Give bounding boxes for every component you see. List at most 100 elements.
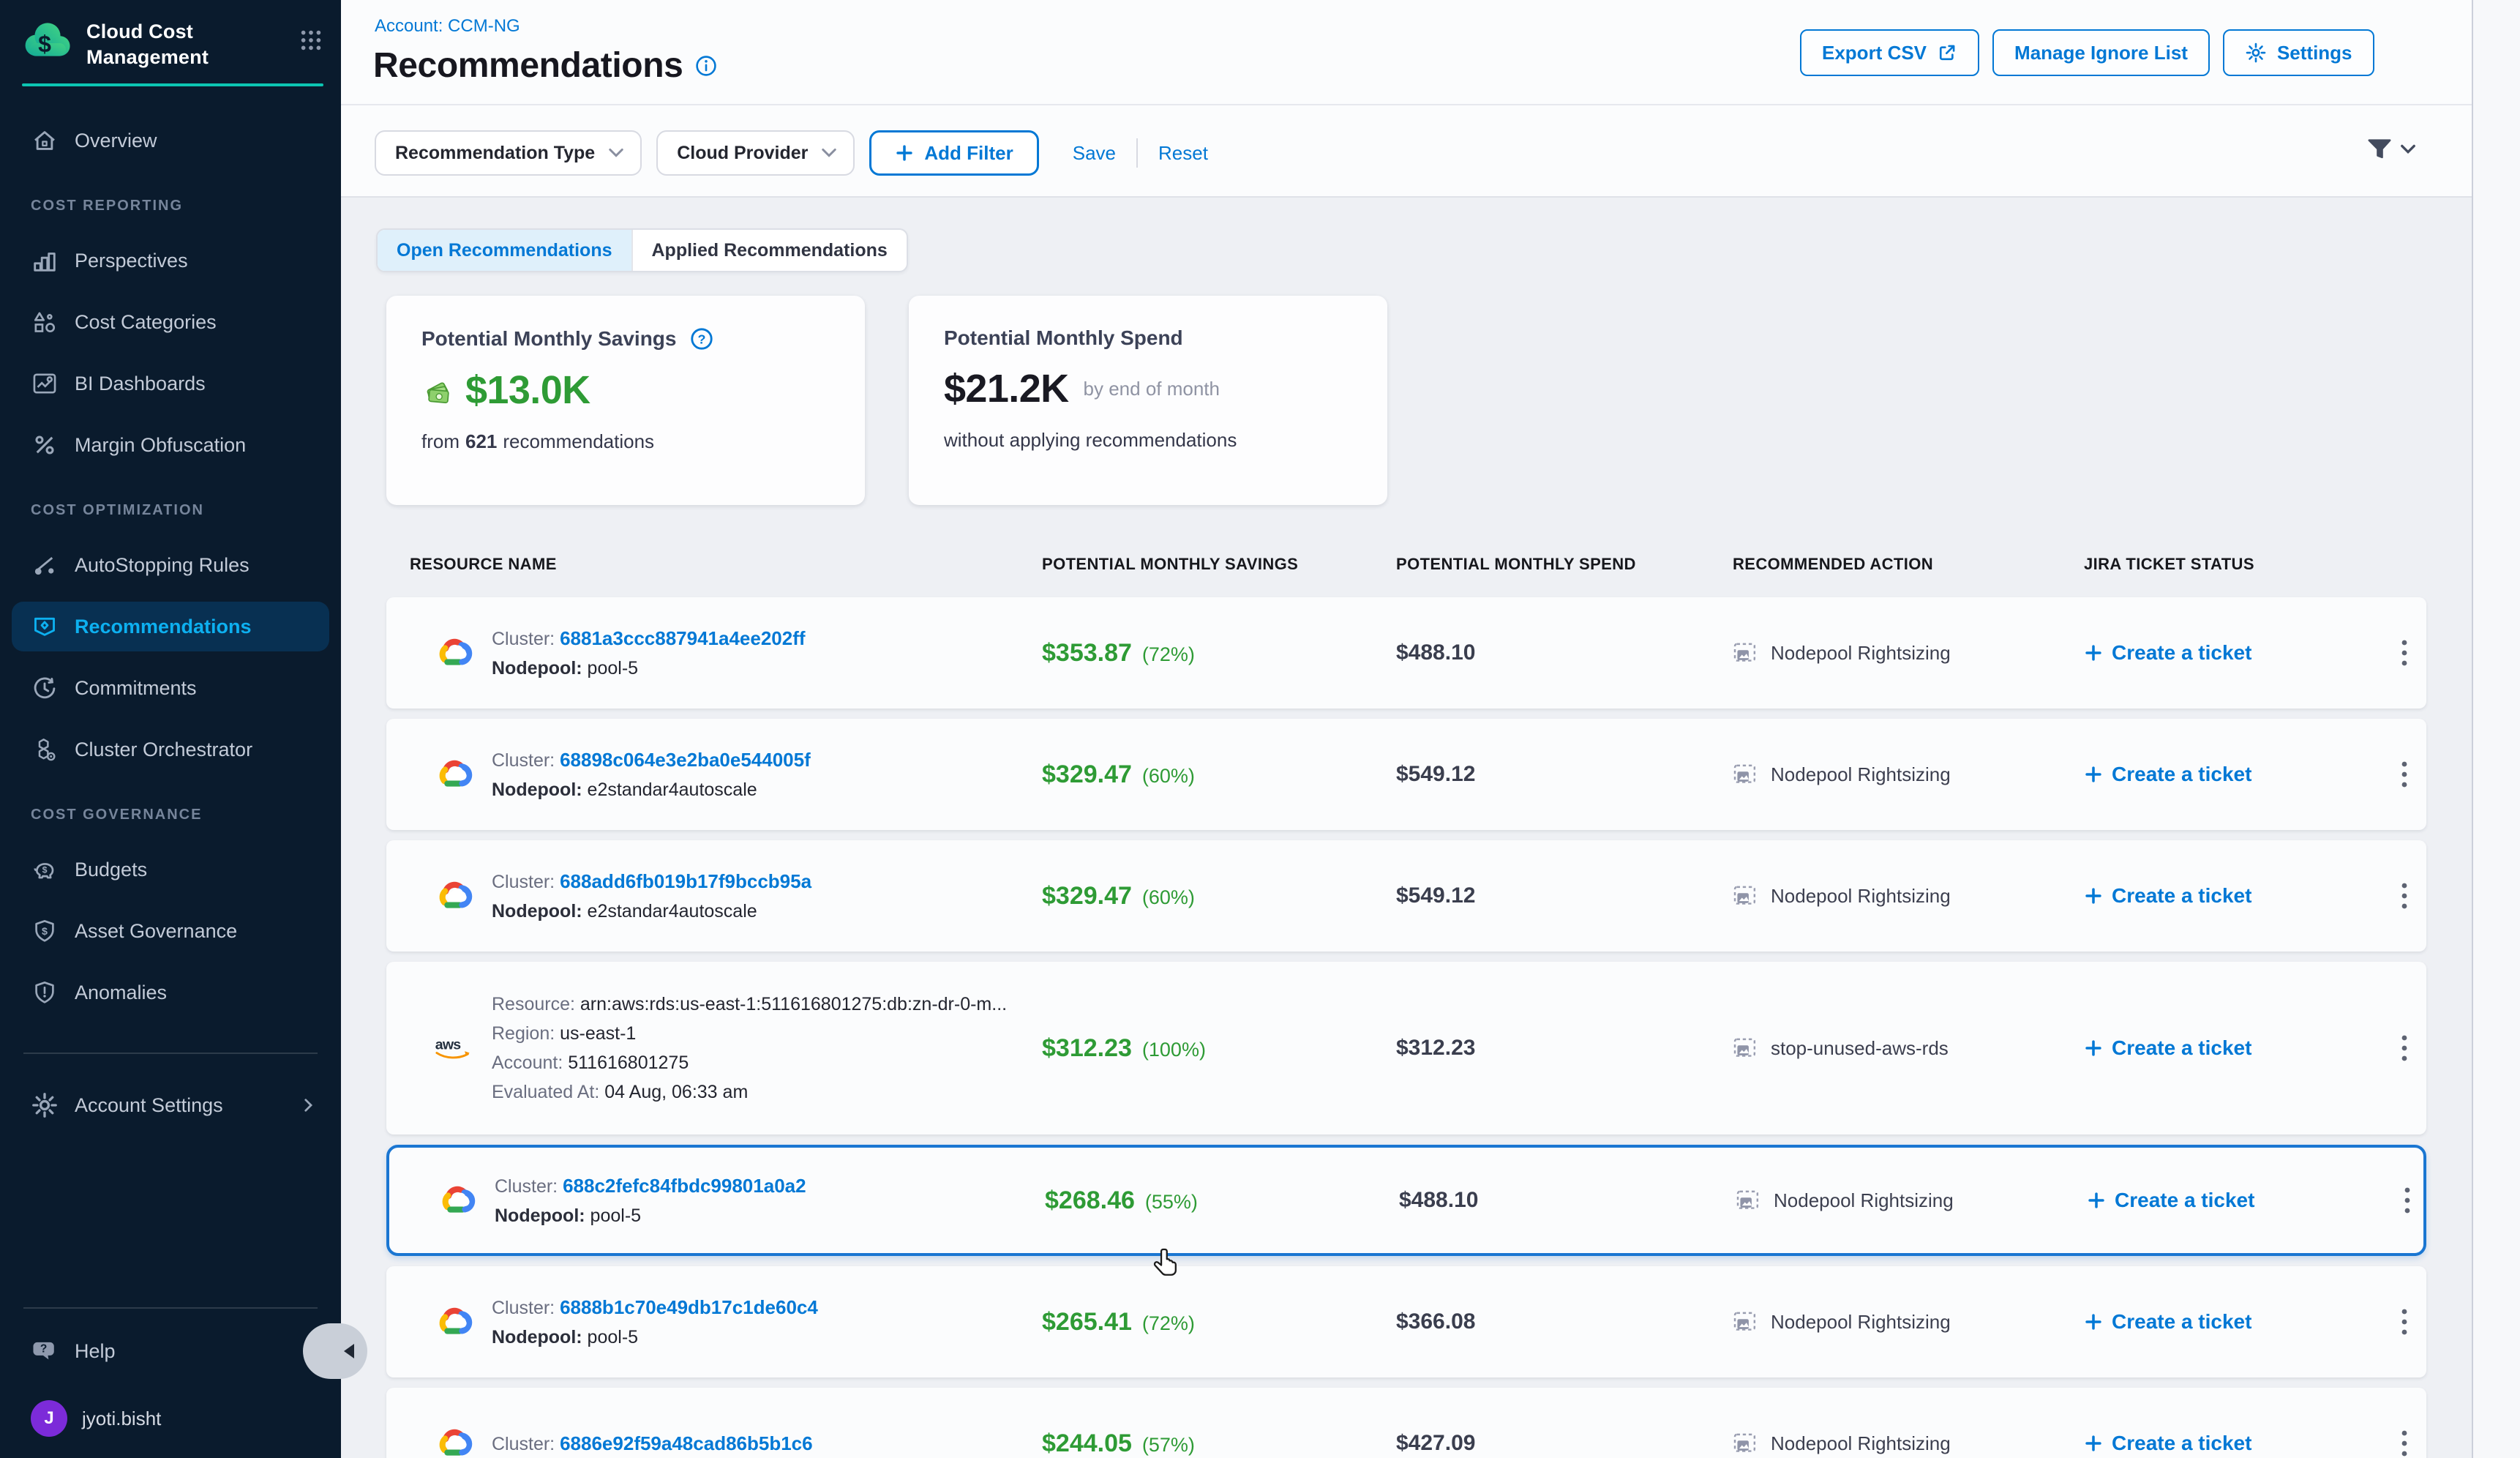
- plus-icon: [2084, 765, 2103, 784]
- resource-cell: awsResource: arn:aws:rds:us-east-1:51161…: [386, 990, 1042, 1107]
- table-row[interactable]: Cluster: 688add6fb019b17f9bccb95a Nodepoo…: [386, 840, 2426, 952]
- sidebar-item-help[interactable]: ? Help: [12, 1326, 329, 1376]
- kebab-menu-icon[interactable]: [2399, 1181, 2416, 1219]
- potential-monthly-savings-value: $244.05(57%): [1042, 1429, 1396, 1458]
- resource-link[interactable]: 688c2fefc84fbdc99801a0a2: [563, 1175, 806, 1197]
- sidebar-item-cost-categories[interactable]: Cost Categories: [12, 297, 329, 347]
- add-filter-button[interactable]: Add Filter: [869, 130, 1038, 176]
- table-row[interactable]: Cluster: 6886e92f59a48cad86b5b1c6$244.05…: [386, 1388, 2426, 1458]
- chevron-down-icon: [821, 147, 837, 159]
- sidebar-item-bi-dashboards[interactable]: BI Dashboards: [12, 359, 329, 408]
- module-grid-icon[interactable]: [299, 28, 323, 53]
- kebab-menu-icon[interactable]: [2396, 1029, 2413, 1067]
- question-icon[interactable]: ?: [689, 326, 714, 351]
- resource-cell: Cluster: 688add6fb019b17f9bccb95a Nodepoo…: [386, 867, 1042, 926]
- resource-cell: Cluster: 6888b1c70e49db17c1de60c4Nodepoo…: [386, 1293, 1042, 1352]
- save-filter-button[interactable]: Save: [1073, 142, 1116, 165]
- resource-link[interactable]: 6888b1c70e49db17c1de60c4: [560, 1296, 818, 1318]
- user-menu[interactable]: J jyoti.bisht: [12, 1397, 329, 1440]
- table-row[interactable]: Cluster: 6888b1c70e49db17c1de60c4Nodepoo…: [386, 1266, 2426, 1377]
- sidebar-item-commitments[interactable]: Commitments: [12, 663, 329, 713]
- aws-cloud-icon: aws: [433, 1033, 474, 1063]
- sidebar-item-label: AutoStopping Rules: [75, 554, 250, 577]
- sidebar-item-label: Help: [75, 1340, 116, 1363]
- kebab-menu-icon[interactable]: [2396, 1424, 2413, 1458]
- sidebar-item-budgets[interactable]: $Budgets: [12, 845, 329, 894]
- resource-line-label: Cluster:: [492, 872, 555, 892]
- action-box-icon: [1733, 1431, 1758, 1456]
- create-ticket-button[interactable]: Create a ticket: [2084, 1310, 2251, 1334]
- create-ticket-button[interactable]: Create a ticket: [2084, 1432, 2251, 1455]
- chevron-down-icon: [2400, 143, 2416, 155]
- resource-link[interactable]: 6881a3ccc887941a4ee202ff: [560, 627, 805, 649]
- table-row[interactable]: awsResource: arn:aws:rds:us-east-1:51161…: [386, 962, 2426, 1134]
- breadcrumb-account-link[interactable]: Account: CCM-NG: [375, 16, 520, 37]
- sidebar-collapse-handle[interactable]: [303, 1323, 367, 1379]
- sidebar-item-asset-governance[interactable]: $Asset Governance: [12, 906, 329, 956]
- action-box-icon: [1733, 1309, 1758, 1334]
- sidebar: $ Cloud Cost Management OverviewCOST REP…: [0, 0, 341, 1458]
- sidebar-item-autostopping-rules[interactable]: AutoStopping Rules: [12, 540, 329, 590]
- recommendations-icon: [31, 613, 59, 640]
- settings-button[interactable]: Settings: [2223, 29, 2374, 76]
- resource-value: e2standar4autoscale: [588, 901, 757, 921]
- plus-icon: [2084, 1434, 2103, 1453]
- percent-icon: [31, 431, 59, 459]
- table-body: Cluster: 6881a3ccc887941a4ee202ff Nodepoo…: [386, 597, 2426, 1458]
- filter-funnel-button[interactable]: [2365, 135, 2416, 164]
- resource-value: us-east-1: [560, 1023, 636, 1044]
- create-ticket-button[interactable]: Create a ticket: [2084, 1036, 2251, 1060]
- table-row[interactable]: Cluster: 688c2fefc84fbdc99801a0a2Nodepoo…: [386, 1145, 2426, 1256]
- column-header-jira-ticket-status: JIRA TICKET STATUS: [2084, 555, 2382, 574]
- export-csv-button[interactable]: Export CSV: [1800, 29, 1979, 76]
- svg-text:aws: aws: [435, 1036, 461, 1053]
- create-ticket-button[interactable]: Create a ticket: [2087, 1189, 2254, 1212]
- resource-link[interactable]: 688add6fb019b17f9bccb95a: [560, 870, 811, 892]
- potential-monthly-spend-value: $312.23: [1396, 1036, 1733, 1061]
- table-row[interactable]: Cluster: 68898c064e3e2ba0e544005fNodepoo…: [386, 719, 2426, 830]
- kebab-menu-icon[interactable]: [2396, 1303, 2413, 1341]
- sidebar-item-recommendations[interactable]: Recommendations: [12, 602, 329, 651]
- settings-gear-icon: [2245, 42, 2267, 64]
- manage-ignore-list-button[interactable]: Manage Ignore List: [1992, 29, 2210, 76]
- cloud-provider-dropdown[interactable]: Cloud Provider: [656, 130, 855, 176]
- clock-restore-icon: [31, 674, 59, 702]
- kebab-menu-icon[interactable]: [2396, 634, 2413, 672]
- sidebar-item-overview[interactable]: Overview: [12, 116, 329, 165]
- resource-link[interactable]: 68898c064e3e2ba0e544005f: [560, 749, 811, 771]
- sidebar-item-account-settings[interactable]: Account Settings: [12, 1080, 329, 1130]
- create-ticket-button[interactable]: Create a ticket: [2084, 763, 2251, 786]
- recommendation-type-dropdown[interactable]: Recommendation Type: [375, 130, 642, 176]
- potential-monthly-savings-value: $265.41(72%): [1042, 1308, 1396, 1336]
- sidebar-item-margin-obfuscation[interactable]: Margin Obfuscation: [12, 420, 329, 470]
- table-header: RESOURCE NAMEPOTENTIAL MONTHLY SAVINGSPO…: [386, 555, 2426, 574]
- create-ticket-button[interactable]: Create a ticket: [2084, 641, 2251, 665]
- spend-amount-suffix: by end of month: [1084, 378, 1220, 400]
- sidebar-item-anomalies[interactable]: Anomalies: [12, 968, 329, 1017]
- divider: [1136, 138, 1138, 168]
- gcp-cloud-icon: [436, 1180, 477, 1221]
- potential-monthly-spend-value: $549.12: [1396, 883, 1733, 908]
- app-logo-row: $ Cloud Cost Management: [0, 0, 341, 70]
- sidebar-item-cluster-orchestrator[interactable]: Cluster Orchestrator: [12, 725, 329, 774]
- ccm-cloud-logo-icon: $: [20, 19, 73, 60]
- sidebar-item-perspectives[interactable]: Perspectives: [12, 236, 329, 285]
- kebab-menu-icon[interactable]: [2396, 755, 2413, 793]
- main-area: Account: CCM-NG Recommendations Export C…: [341, 0, 2520, 1458]
- page-title: Recommendations: [373, 45, 683, 86]
- kebab-menu-icon[interactable]: [2396, 877, 2413, 915]
- cluster-icon: [31, 736, 59, 763]
- tab-applied-recommendations[interactable]: Applied Recommendations: [631, 230, 907, 271]
- tab-open-recommendations[interactable]: Open Recommendations: [378, 230, 631, 271]
- resource-line-label: Nodepool:: [492, 901, 582, 921]
- create-ticket-button[interactable]: Create a ticket: [2084, 884, 2251, 908]
- info-icon[interactable]: [694, 54, 718, 78]
- reset-filter-button[interactable]: Reset: [1158, 142, 1208, 165]
- resource-link[interactable]: 6886e92f59a48cad86b5b1c6: [560, 1432, 813, 1454]
- sidebar-bottom: ? Help J jyoti.bisht: [0, 1307, 341, 1458]
- autostopping-icon: [31, 551, 59, 579]
- potential-monthly-savings-card: Potential Monthly Savings ? $13.0K from6…: [386, 296, 865, 505]
- potential-monthly-spend-value: $488.10: [1399, 1188, 1736, 1213]
- sidebar-divider: [23, 1307, 318, 1309]
- table-row[interactable]: Cluster: 6881a3ccc887941a4ee202ffNodepoo…: [386, 597, 2426, 709]
